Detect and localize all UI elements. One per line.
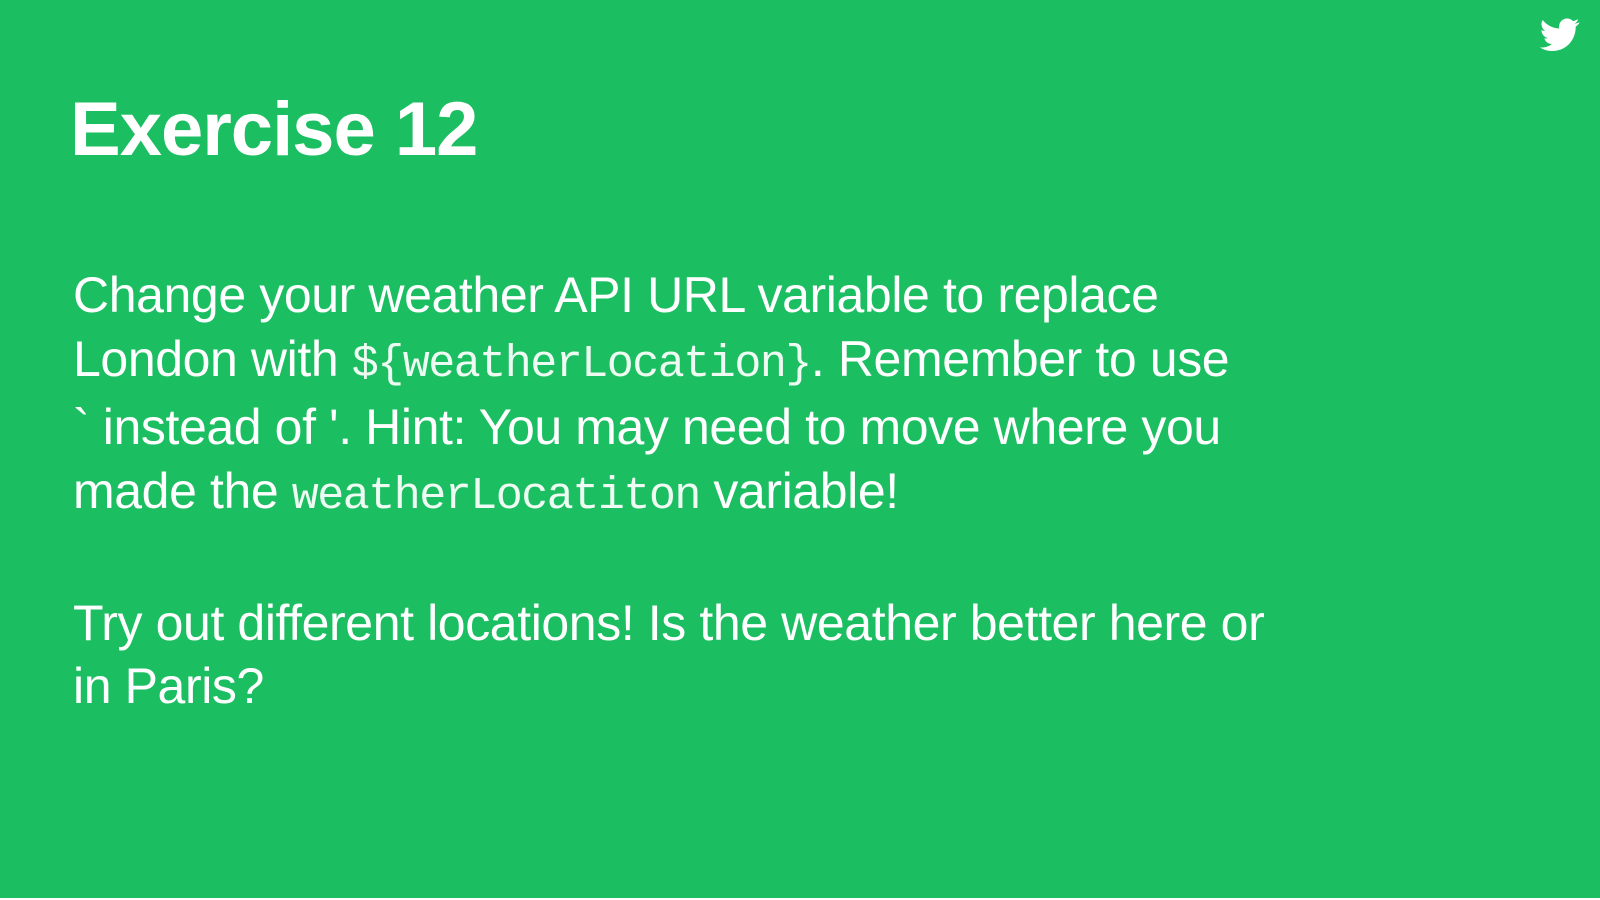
slide-title: Exercise 12 <box>70 87 478 172</box>
text-span: . Remember to use <box>810 330 1230 387</box>
text-span: London with <box>73 330 352 387</box>
exercise-instructions: Change your weather API URL variable to … <box>73 264 1473 719</box>
text-span: variable! <box>699 462 899 519</box>
text-line: Try out different locations! Is the weat… <box>73 592 1473 656</box>
slide: Exercise 12 Change your weather API URL … <box>0 0 1600 900</box>
code-snippet-weather-location: ${weatherLocation} <box>351 338 813 390</box>
text-span: ` instead of '. Hint: You may need to mo… <box>73 399 1221 455</box>
text-line: London with ${weatherLocation}. Remember… <box>73 328 1473 397</box>
text-line: made the weatherLocatiton variable! <box>73 460 1473 529</box>
question-paragraph: Try out different locations! Is the weat… <box>73 592 1473 719</box>
text-span: in Paris? <box>73 658 264 714</box>
code-snippet-variable-name: weatherLocatiton <box>291 470 702 522</box>
text-line: in Paris? <box>73 655 1473 719</box>
text-span: Try out different locations! Is the weat… <box>73 594 1265 651</box>
twitter-bird-icon <box>1540 18 1580 52</box>
text-line: Change your weather API URL variable to … <box>73 264 1473 328</box>
text-span: made the <box>73 462 292 519</box>
text-line: ` instead of '. Hint: You may need to mo… <box>73 396 1473 460</box>
instruction-paragraph: Change your weather API URL variable to … <box>73 264 1473 528</box>
text-span: Change your weather API URL variable to … <box>73 267 1159 323</box>
